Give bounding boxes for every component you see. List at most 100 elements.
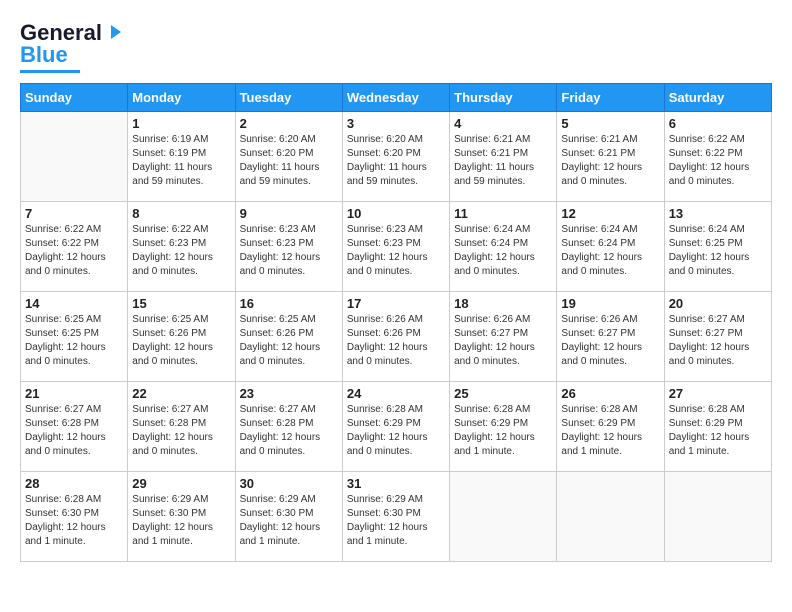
calendar-cell bbox=[21, 112, 128, 202]
day-info: Sunrise: 6:24 AM Sunset: 6:24 PM Dayligh… bbox=[561, 223, 659, 279]
weekday-header-sunday: Sunday bbox=[21, 84, 128, 112]
calendar-cell: 25Sunrise: 6:28 AM Sunset: 6:29 PM Dayli… bbox=[450, 382, 557, 472]
day-info: Sunrise: 6:26 AM Sunset: 6:26 PM Dayligh… bbox=[347, 313, 445, 369]
day-info: Sunrise: 6:27 AM Sunset: 6:28 PM Dayligh… bbox=[132, 403, 230, 459]
calendar-cell: 15Sunrise: 6:25 AM Sunset: 6:26 PM Dayli… bbox=[128, 292, 235, 382]
day-info: Sunrise: 6:26 AM Sunset: 6:27 PM Dayligh… bbox=[561, 313, 659, 369]
day-number: 27 bbox=[669, 386, 767, 401]
calendar-cell bbox=[664, 472, 771, 562]
day-info: Sunrise: 6:29 AM Sunset: 6:30 PM Dayligh… bbox=[240, 493, 338, 549]
day-number: 13 bbox=[669, 206, 767, 221]
day-info: Sunrise: 6:24 AM Sunset: 6:25 PM Dayligh… bbox=[669, 223, 767, 279]
day-number: 29 bbox=[132, 476, 230, 491]
calendar-cell: 3 Sunrise: 6:20 AM Sunset: 6:20 PM Daylig… bbox=[342, 112, 449, 202]
calendar-week-row: 14 Sunrise: 6:25 AM Sunset: 6:25 PM Dayli… bbox=[21, 292, 772, 382]
day-number: 14 bbox=[25, 296, 123, 311]
calendar-cell: 27Sunrise: 6:28 AM Sunset: 6:29 PM Dayli… bbox=[664, 382, 771, 472]
day-info: Sunrise: 6:22 AM Sunset: 6:23 PM Dayligh… bbox=[132, 223, 230, 279]
day-info: Sunrise: 6:28 AM Sunset: 6:30 PM Dayligh… bbox=[25, 493, 123, 549]
calendar-week-row: 21 Sunrise: 6:27 AM Sunset: 6:28 PM Dayli… bbox=[21, 382, 772, 472]
calendar-cell bbox=[450, 472, 557, 562]
day-number: 17 bbox=[347, 296, 445, 311]
day-info: Sunrise: 6:25 AM Sunset: 6:26 PM Dayligh… bbox=[240, 313, 338, 369]
calendar-cell: 13 Sunrise: 6:24 AM Sunset: 6:25 PM Dayli… bbox=[664, 202, 771, 292]
day-info: Sunrise: 6:23 AM Sunset: 6:23 PM Dayligh… bbox=[347, 223, 445, 279]
calendar-table: SundayMondayTuesdayWednesdayThursdayFrid… bbox=[20, 83, 772, 562]
day-number: 16 bbox=[240, 296, 338, 311]
day-number: 26 bbox=[561, 386, 659, 401]
day-info: Sunrise: 6:29 AM Sunset: 6:30 PM Dayligh… bbox=[132, 493, 230, 549]
day-info: Sunrise: 6:22 AM Sunset: 6:22 PM Dayligh… bbox=[669, 133, 767, 189]
day-number: 8 bbox=[132, 206, 230, 221]
weekday-header-thursday: Thursday bbox=[450, 84, 557, 112]
calendar-cell: 6 Sunrise: 6:22 AM Sunset: 6:22 PM Daylig… bbox=[664, 112, 771, 202]
day-number: 22 bbox=[132, 386, 230, 401]
day-info: Sunrise: 6:24 AM Sunset: 6:24 PM Dayligh… bbox=[454, 223, 552, 279]
day-info: Sunrise: 6:29 AM Sunset: 6:30 PM Dayligh… bbox=[347, 493, 445, 549]
calendar-cell: 29 Sunrise: 6:29 AM Sunset: 6:30 PM Dayli… bbox=[128, 472, 235, 562]
weekday-header-monday: Monday bbox=[128, 84, 235, 112]
calendar-week-row: 1Sunrise: 6:19 AM Sunset: 6:19 PM Daylig… bbox=[21, 112, 772, 202]
day-number: 28 bbox=[25, 476, 123, 491]
day-info: Sunrise: 6:25 AM Sunset: 6:26 PM Dayligh… bbox=[132, 313, 230, 369]
day-number: 20 bbox=[669, 296, 767, 311]
day-number: 7 bbox=[25, 206, 123, 221]
day-number: 5 bbox=[561, 116, 659, 131]
day-number: 18 bbox=[454, 296, 552, 311]
calendar-cell: 1Sunrise: 6:19 AM Sunset: 6:19 PM Daylig… bbox=[128, 112, 235, 202]
weekday-header-friday: Friday bbox=[557, 84, 664, 112]
weekday-header-wednesday: Wednesday bbox=[342, 84, 449, 112]
calendar-cell: 26 Sunrise: 6:28 AM Sunset: 6:29 PM Dayli… bbox=[557, 382, 664, 472]
calendar-cell: 7 Sunrise: 6:22 AM Sunset: 6:22 PM Daylig… bbox=[21, 202, 128, 292]
calendar-cell: 11Sunrise: 6:24 AM Sunset: 6:24 PM Dayli… bbox=[450, 202, 557, 292]
calendar-cell: 16 Sunrise: 6:25 AM Sunset: 6:26 PM Dayli… bbox=[235, 292, 342, 382]
day-number: 3 bbox=[347, 116, 445, 131]
calendar-week-row: 7 Sunrise: 6:22 AM Sunset: 6:22 PM Daylig… bbox=[21, 202, 772, 292]
day-info: Sunrise: 6:22 AM Sunset: 6:22 PM Dayligh… bbox=[25, 223, 123, 279]
calendar-cell: 28 Sunrise: 6:28 AM Sunset: 6:30 PM Dayli… bbox=[21, 472, 128, 562]
day-number: 21 bbox=[25, 386, 123, 401]
logo-arrow-icon bbox=[103, 21, 125, 43]
day-info: Sunrise: 6:27 AM Sunset: 6:28 PM Dayligh… bbox=[25, 403, 123, 459]
calendar-cell: 10 Sunrise: 6:23 AM Sunset: 6:23 PM Dayli… bbox=[342, 202, 449, 292]
calendar-cell: 19 Sunrise: 6:26 AM Sunset: 6:27 PM Dayli… bbox=[557, 292, 664, 382]
day-number: 30 bbox=[240, 476, 338, 491]
calendar-cell: 18 Sunrise: 6:26 AM Sunset: 6:27 PM Dayli… bbox=[450, 292, 557, 382]
calendar-cell: 23 Sunrise: 6:27 AM Sunset: 6:28 PM Dayli… bbox=[235, 382, 342, 472]
day-info: Sunrise: 6:20 AM Sunset: 6:20 PM Dayligh… bbox=[240, 133, 338, 189]
calendar-cell: 30 Sunrise: 6:29 AM Sunset: 6:30 PM Dayli… bbox=[235, 472, 342, 562]
day-number: 31 bbox=[347, 476, 445, 491]
day-number: 4 bbox=[454, 116, 552, 131]
day-info: Sunrise: 6:23 AM Sunset: 6:23 PM Dayligh… bbox=[240, 223, 338, 279]
weekday-header-tuesday: Tuesday bbox=[235, 84, 342, 112]
day-number: 12 bbox=[561, 206, 659, 221]
day-info: Sunrise: 6:28 AM Sunset: 6:29 PM Dayligh… bbox=[347, 403, 445, 459]
day-number: 25 bbox=[454, 386, 552, 401]
logo: General Blue bbox=[20, 20, 125, 73]
weekday-header-saturday: Saturday bbox=[664, 84, 771, 112]
day-number: 9 bbox=[240, 206, 338, 221]
calendar-cell: 9 Sunrise: 6:23 AM Sunset: 6:23 PM Daylig… bbox=[235, 202, 342, 292]
calendar-cell: 4 Sunrise: 6:21 AM Sunset: 6:21 PM Daylig… bbox=[450, 112, 557, 202]
calendar-cell bbox=[557, 472, 664, 562]
calendar-cell: 21 Sunrise: 6:27 AM Sunset: 6:28 PM Dayli… bbox=[21, 382, 128, 472]
calendar-cell: 31 Sunrise: 6:29 AM Sunset: 6:30 PM Dayli… bbox=[342, 472, 449, 562]
day-number: 10 bbox=[347, 206, 445, 221]
day-info: Sunrise: 6:27 AM Sunset: 6:28 PM Dayligh… bbox=[240, 403, 338, 459]
day-number: 23 bbox=[240, 386, 338, 401]
calendar-cell: 2 Sunrise: 6:20 AM Sunset: 6:20 PM Daylig… bbox=[235, 112, 342, 202]
day-number: 2 bbox=[240, 116, 338, 131]
day-info: Sunrise: 6:21 AM Sunset: 6:21 PM Dayligh… bbox=[561, 133, 659, 189]
calendar-cell: 12 Sunrise: 6:24 AM Sunset: 6:24 PM Dayli… bbox=[557, 202, 664, 292]
day-number: 6 bbox=[669, 116, 767, 131]
day-info: Sunrise: 6:28 AM Sunset: 6:29 PM Dayligh… bbox=[561, 403, 659, 459]
calendar-cell: 5 Sunrise: 6:21 AM Sunset: 6:21 PM Daylig… bbox=[557, 112, 664, 202]
day-info: Sunrise: 6:20 AM Sunset: 6:20 PM Dayligh… bbox=[347, 133, 445, 189]
day-number: 24 bbox=[347, 386, 445, 401]
day-number: 19 bbox=[561, 296, 659, 311]
day-info: Sunrise: 6:21 AM Sunset: 6:21 PM Dayligh… bbox=[454, 133, 552, 189]
calendar-cell: 24 Sunrise: 6:28 AM Sunset: 6:29 PM Dayli… bbox=[342, 382, 449, 472]
day-info: Sunrise: 6:25 AM Sunset: 6:25 PM Dayligh… bbox=[25, 313, 123, 369]
day-info: Sunrise: 6:26 AM Sunset: 6:27 PM Dayligh… bbox=[454, 313, 552, 369]
calendar-cell: 17 Sunrise: 6:26 AM Sunset: 6:26 PM Dayli… bbox=[342, 292, 449, 382]
